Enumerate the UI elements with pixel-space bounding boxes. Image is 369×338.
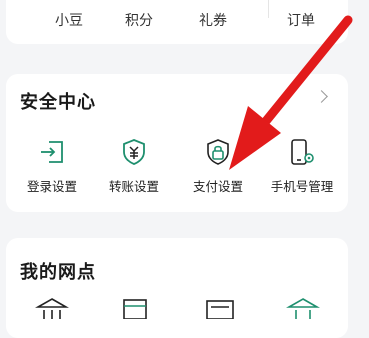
security-center-title: 安全中心 (20, 92, 96, 113)
phone-management-button[interactable]: 手机号管理 (260, 138, 344, 195)
my-outlets-card: 我的网点 (6, 238, 348, 338)
phone-management-label: 手机号管理 (270, 179, 334, 194)
payment-settings-button[interactable]: 支付设置 (176, 138, 260, 195)
transfer-settings-label: 转账设置 (108, 179, 159, 194)
login-icon (41, 141, 63, 163)
points-item[interactable]: 积分 (104, 10, 174, 30)
login-settings-label: 登录设置 (26, 179, 77, 194)
my-outlets-title: 我的网点 (20, 262, 96, 283)
chevron-right-icon[interactable] (315, 90, 328, 103)
coupons-item[interactable]: 礼券 (178, 10, 248, 30)
payment-settings-label: 支付设置 (192, 179, 243, 194)
security-center-card: 安全中心 登录设置 转账设置 支付设置 手机号管理 (6, 74, 348, 212)
phone-gear-icon (291, 139, 314, 165)
lock-shield-icon (207, 139, 229, 165)
orders-item[interactable]: 订单 (266, 10, 336, 30)
account-summary-card: 小豆 积分 礼券 订单 (6, 0, 348, 44)
transfer-settings-button[interactable]: 转账设置 (92, 138, 176, 195)
shield-yen-icon (123, 139, 145, 165)
beans-item[interactable]: 小豆 (34, 10, 104, 30)
login-settings-button[interactable]: 登录设置 (10, 138, 94, 195)
